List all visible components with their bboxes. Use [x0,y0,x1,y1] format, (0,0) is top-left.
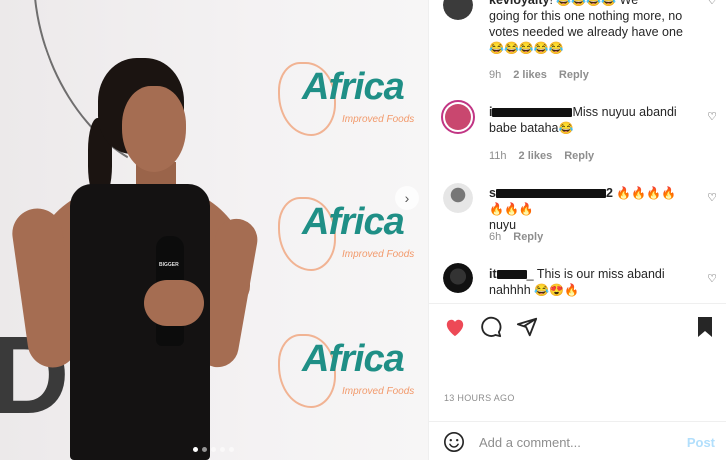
heart-outline-icon[interactable]: ♡ [707,191,717,204]
comment-time[interactable]: 9h [489,69,501,81]
heart-outline-icon[interactable]: ♡ [707,0,717,7]
comment-button[interactable] [479,315,503,339]
share-button[interactable] [515,315,539,339]
comment-body: nuyu [489,218,517,232]
smiley-icon [444,432,464,452]
carousel-dots [193,447,234,452]
redaction-bar [496,270,527,280]
comment-time[interactable]: 11h [489,150,507,162]
mic-label: BIGGER [159,262,179,268]
avatar[interactable] [443,0,473,20]
like-button[interactable] [443,315,467,339]
brand-tagline: Improved Foods [342,386,415,397]
redaction-bar [492,108,573,118]
comment-emojis: 😂😂😂😂😂 [489,41,564,55]
add-comment-row: Add a comment... Post [429,422,726,460]
bookmark-filled-icon [698,317,712,337]
comment-time[interactable]: 6h [489,231,501,243]
brand-banner-1: Africa Improved Foods [272,58,422,148]
post-button[interactable]: Post [687,435,715,450]
reply-button[interactable]: Reply [559,69,589,81]
comment-body: going for this one nothing more, no vote… [489,9,683,39]
carousel-dot [202,447,207,452]
comment-meta: 9h 2 likes Reply [489,69,589,81]
post-photo[interactable]: Africa Improved Foods Africa Improved Fo… [0,0,428,460]
comment-emojis: 😂😍🔥 [534,283,580,297]
reply-button[interactable]: Reply [564,150,594,162]
comment-text: it _ This is our miss abandi nahhhh 😂😍🔥 [489,266,689,298]
carousel-dot [220,447,225,452]
heart-outline-icon[interactable]: ♡ [707,272,717,285]
brand-tagline: Improved Foods [342,249,415,260]
carousel-next-button[interactable]: › [395,186,419,210]
chevron-right-icon: › [404,190,410,206]
emoji-picker-button[interactable] [443,431,465,453]
avatar[interactable] [441,100,475,134]
redaction-bar [495,189,606,199]
comment-text: kevloyalty! 😂😂😂😂 We going for this one n… [489,0,689,56]
brand-logo-text: Africa [302,66,405,108]
comment-emojis: 😂 [558,121,574,135]
carousel-dot [229,447,234,452]
action-bar [429,305,726,349]
comment-text: i Miss nuyuu abandi babe bataha😂 [489,104,689,136]
save-button[interactable] [693,315,717,339]
comment-meta: 11h 2 likes Reply [489,150,594,162]
paper-plane-icon [516,317,538,337]
comment-likes[interactable]: 2 likes [513,69,547,81]
comment-input[interactable]: Add a comment... [479,435,581,450]
comment-username[interactable]: i [489,105,492,119]
comment-text: s2 🔥🔥🔥🔥🔥🔥🔥 nuyu [489,185,689,233]
comment-username[interactable]: kevloyalty [489,0,549,7]
brand-banner-3: Africa Improved Foods [272,330,422,420]
reply-button[interactable]: Reply [513,231,543,243]
brand-logo-text: Africa [302,201,405,243]
avatar[interactable] [443,263,473,293]
divider [429,303,726,304]
avatar[interactable] [443,183,473,213]
comments-panel: kevloyalty! 😂😂😂😂 We going for this one n… [428,0,726,460]
heart-outline-icon[interactable]: ♡ [707,110,717,123]
comment-emojis-leading: 😂😂😂😂 [556,0,617,7]
comment-likes[interactable]: 2 likes [519,150,553,162]
comment-bubble-icon [481,316,502,338]
heart-filled-icon [446,319,464,337]
speaker-figure: BIGGER [9,58,261,460]
comment-username[interactable]: s [489,186,496,200]
carousel-dot [193,447,198,452]
comment-meta: 6h Reply [489,231,543,243]
comment-username[interactable]: it [489,267,497,281]
brand-tagline: Improved Foods [342,114,415,125]
brand-logo-text: Africa [302,338,405,380]
post-timestamp[interactable]: 13 HOURS AGO [444,393,515,403]
comment-list[interactable]: kevloyalty! 😂😂😂😂 We going for this one n… [429,0,726,303]
carousel-dot [211,447,216,452]
comment-username-suffix: 2 [605,186,613,200]
